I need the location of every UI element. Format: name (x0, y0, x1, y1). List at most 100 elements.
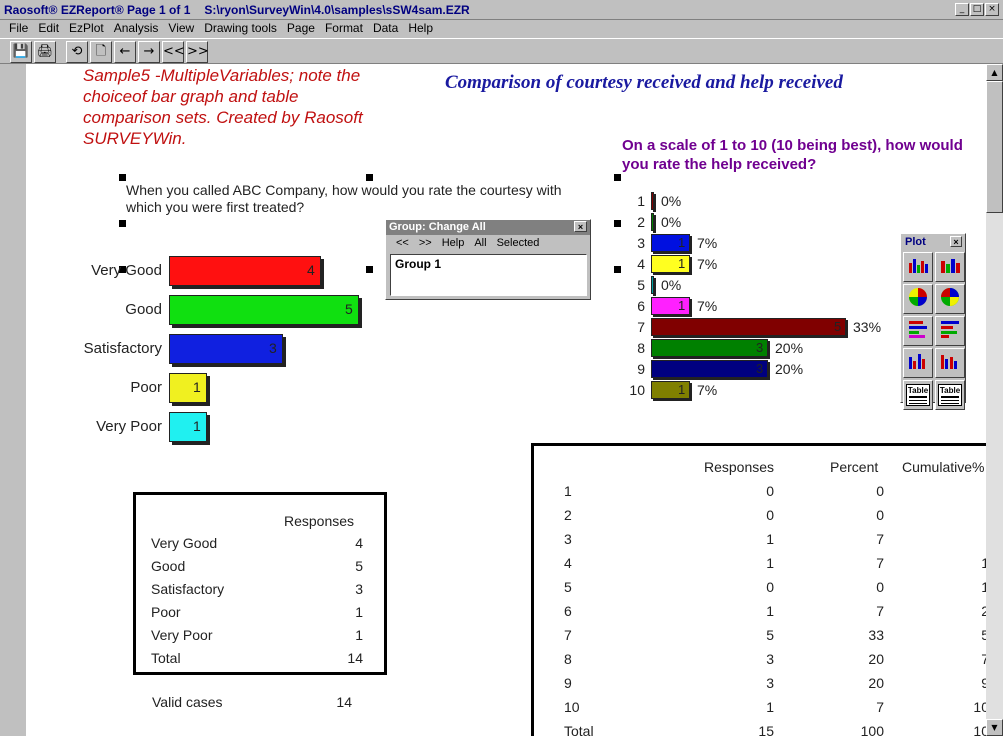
bar[interactable] (169, 256, 321, 286)
menu-format[interactable]: Format (320, 20, 368, 38)
table-row: 7 5 33 5 (534, 627, 986, 647)
group-prev[interactable]: << (396, 237, 409, 250)
bar[interactable] (651, 192, 654, 210)
print-button[interactable]: 🖨 (34, 41, 56, 63)
hbar-chart-button[interactable] (903, 316, 933, 346)
plot-window[interactable]: Plot × Table Table (900, 233, 966, 410)
bar-percent: 0% (661, 193, 682, 209)
menu-data[interactable]: Data (368, 20, 403, 38)
column-chart-alt-button[interactable] (935, 348, 965, 378)
group-help[interactable]: Help (442, 237, 465, 250)
cell-cumulative: 10 (973, 723, 986, 736)
table-row: 9 3 20 9 (534, 675, 986, 695)
selection-handle[interactable] (614, 174, 621, 181)
cell-cumulative: 1 (981, 555, 986, 571)
cell-responses: 0 (766, 579, 774, 595)
table-button[interactable]: Table (903, 380, 933, 410)
group-list[interactable]: Group 1 (390, 254, 587, 296)
cell-responses: 3 (766, 651, 774, 667)
close-icon[interactable]: × (950, 236, 962, 247)
first-button[interactable]: << (162, 41, 185, 63)
group-next[interactable]: >> (419, 237, 432, 250)
group-selected[interactable]: Selected (497, 237, 540, 250)
group-all[interactable]: All (474, 237, 486, 250)
prev-button[interactable]: ← (114, 41, 136, 63)
responses-header: Responses (704, 459, 775, 475)
cell-cumulative: 9 (981, 675, 986, 691)
table-row: 2 0 0 (534, 507, 986, 527)
menu-view[interactable]: View (163, 20, 199, 38)
group-window[interactable]: Group: Change All × << >> Help All Selec… (385, 219, 591, 300)
bar-percent: 7% (697, 256, 718, 272)
table-alt-button[interactable]: Table (935, 380, 965, 410)
minimize-button[interactable]: _ (955, 3, 969, 16)
scroll-thumb[interactable] (986, 81, 1003, 213)
selection-handle[interactable] (119, 220, 126, 227)
bar[interactable] (651, 213, 654, 231)
column-chart-button[interactable] (903, 348, 933, 378)
bar[interactable] (169, 412, 207, 442)
menu-edit[interactable]: Edit (33, 20, 64, 38)
group-item[interactable]: Group 1 (391, 255, 586, 273)
close-button[interactable]: × (985, 3, 999, 16)
responses-header: Responses (284, 513, 355, 529)
cell-label: 1 (564, 483, 572, 499)
row-label: Satisfactory (151, 581, 225, 597)
selection-handle[interactable] (366, 174, 373, 181)
bar-label: 5 (637, 277, 645, 293)
bar-label: Poor (130, 379, 162, 396)
next-button[interactable]: → (138, 41, 160, 63)
arrow-right-icon: → (143, 44, 155, 59)
bar-value: 1 (678, 235, 686, 250)
save-button[interactable]: 💾 (10, 41, 32, 63)
row-label: Very Poor (151, 627, 213, 643)
bar[interactable] (651, 360, 768, 378)
bar[interactable] (169, 373, 207, 403)
bar-chart-alt-button[interactable] (935, 252, 965, 282)
percent-header: Percent (830, 459, 879, 475)
menu-help[interactable]: Help (403, 20, 438, 38)
refresh-button[interactable]: ⟲ (66, 41, 88, 63)
cell-label: Total (564, 723, 594, 736)
bar[interactable] (651, 318, 846, 336)
bar-value: 4 (307, 262, 315, 278)
scroll-up-button[interactable]: ▲ (986, 64, 1003, 81)
table-row: Total 14 (151, 650, 363, 666)
selection-handle[interactable] (119, 174, 126, 181)
selection-handle[interactable] (614, 266, 621, 273)
menu-file[interactable]: File (4, 20, 33, 38)
courtesy-table: Responses Very Good 4 Good 5 Satisfactory 3… (133, 492, 387, 675)
question-1: When you called ABC Company, how would y… (126, 182, 562, 215)
selection-handle[interactable] (366, 266, 373, 273)
menu-analysis[interactable]: Analysis (109, 20, 164, 38)
cell-percent: 7 (876, 531, 884, 547)
cell-percent: 0 (876, 507, 884, 523)
selection-handle[interactable] (614, 220, 621, 227)
new-page-button[interactable]: 🗋 (90, 41, 112, 63)
close-icon[interactable]: × (574, 221, 587, 232)
pie-chart-button[interactable] (903, 284, 933, 314)
bar[interactable] (169, 295, 359, 325)
menu-page[interactable]: Page (282, 20, 320, 38)
hbar-chart-alt-button[interactable] (935, 316, 965, 346)
cell-cumulative: 10 (973, 699, 986, 715)
plot-window-title: Plot × (901, 234, 965, 250)
bar[interactable] (169, 334, 283, 364)
cell-responses: 0 (766, 483, 774, 499)
menu-ezplot[interactable]: EzPlot (64, 20, 109, 38)
bar[interactable] (651, 276, 654, 294)
last-button[interactable]: >> (186, 41, 209, 63)
save-icon: 💾 (12, 44, 30, 59)
bar-percent: 20% (775, 340, 804, 356)
bar-chart-button[interactable] (903, 252, 933, 282)
scroll-down-button[interactable]: ▼ (986, 719, 1003, 736)
cell-percent: 0 (876, 579, 884, 595)
bar-value: 1 (193, 379, 201, 395)
menu-drawing-tools[interactable]: Drawing tools (199, 20, 282, 38)
report-canvas[interactable]: Sample5 -MultipleVariables; note the cho… (26, 64, 986, 736)
vertical-scrollbar[interactable]: ▲ ▼ (986, 64, 1003, 736)
pie-chart-alt-button[interactable] (935, 284, 965, 314)
bar[interactable] (651, 339, 768, 357)
cell-label: 3 (564, 531, 572, 547)
restore-button[interactable]: □ (970, 3, 984, 16)
